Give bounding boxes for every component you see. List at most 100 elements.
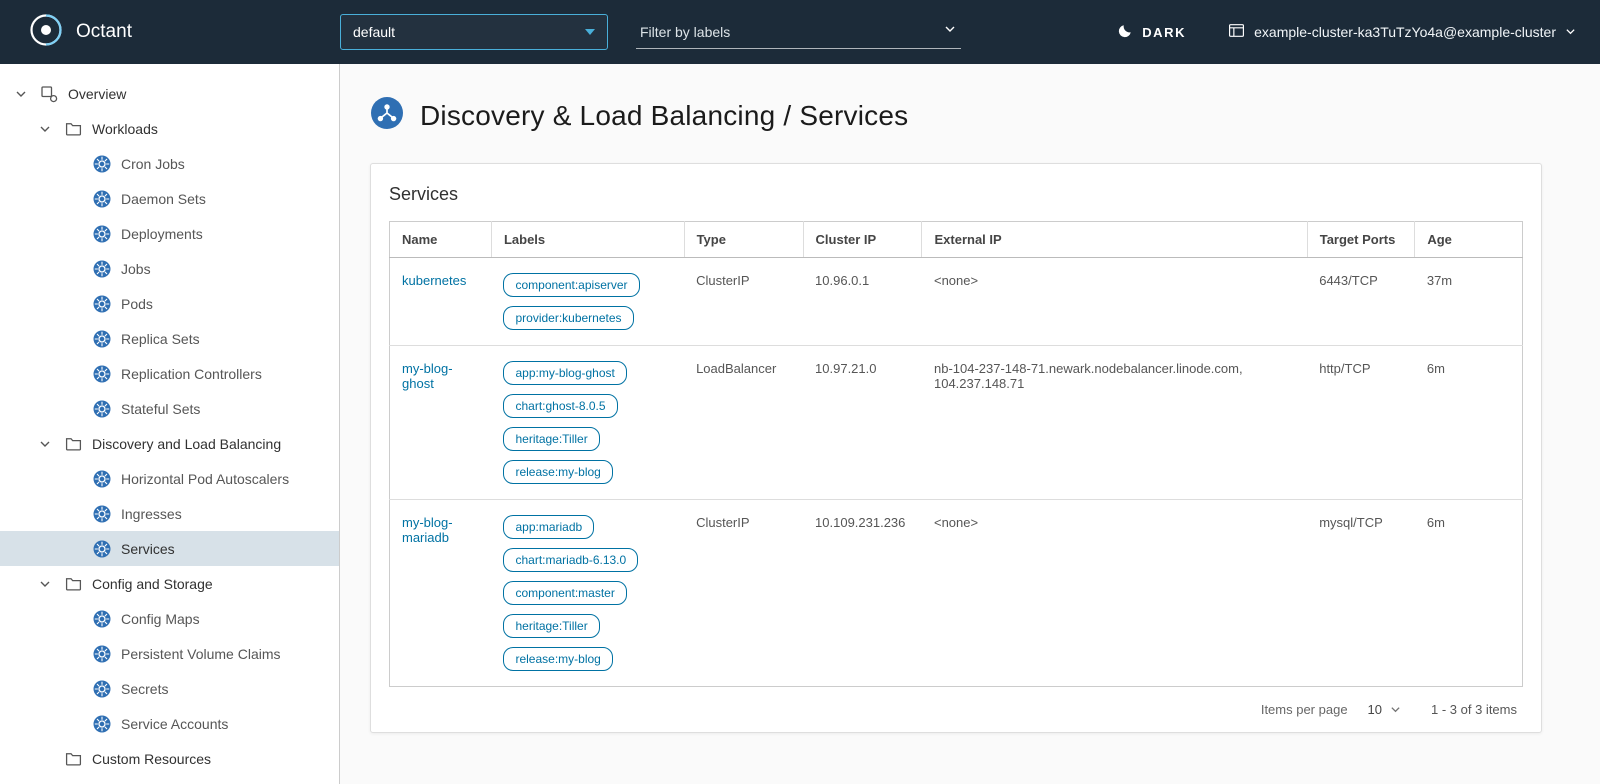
labels-cell: component:apiserver provider:kubernetes [491, 258, 684, 346]
sidebar-nav: Overview Workloads Cron Jobs Daemon Sets Dep… [0, 64, 340, 784]
chevron-down-icon[interactable] [36, 578, 54, 590]
column-header-target-ports: Target Ports [1307, 222, 1415, 258]
sidebar-item-discovery-and-load-balancing[interactable]: Discovery and Load Balancing [0, 426, 339, 461]
folder-icon [63, 575, 83, 592]
label-badge[interactable]: provider:kubernetes [503, 306, 633, 330]
type-cell: ClusterIP [684, 500, 803, 687]
sidebar-item-overview[interactable]: Overview [0, 76, 339, 111]
config-maps-icon [92, 610, 112, 628]
label-filter[interactable] [636, 15, 961, 49]
app-header: Octant default DARK example-cluster-ka3T… [0, 0, 1600, 64]
sidebar-item-config-maps[interactable]: Config Maps [0, 601, 339, 636]
namespace-select[interactable]: default [340, 14, 608, 50]
services-card: Services NameLabelsTypeCluster IPExterna… [370, 163, 1542, 733]
persistent-volume-claims-icon [92, 645, 112, 663]
column-header-type: Type [684, 222, 803, 258]
sidebar-item-horizontal-pod-autoscalers[interactable]: Horizontal Pod Autoscalers [0, 461, 339, 496]
folder-icon [63, 435, 83, 452]
sidebar-item-service-accounts[interactable]: Service Accounts [0, 706, 339, 741]
sidebar-item-label: Config Maps [121, 611, 200, 627]
external-ip-cell: nb-104-237-148-71.newark.nodebalancer.li… [922, 346, 1307, 500]
label-badge[interactable]: chart:ghost-8.0.5 [503, 394, 617, 418]
content-area: Overview Workloads Cron Jobs Daemon Sets Dep… [0, 64, 1600, 784]
label-badge[interactable]: app:mariadb [503, 515, 594, 539]
page-title: Discovery & Load Balancing / Services [420, 100, 908, 132]
label-badge[interactable]: component:master [503, 581, 626, 605]
sidebar-item-ingresses[interactable]: Ingresses [0, 496, 339, 531]
chevron-down-icon[interactable] [943, 22, 957, 41]
label-badge[interactable]: release:my-blog [503, 647, 612, 671]
label-badge[interactable]: app:my-blog-ghost [503, 361, 626, 385]
theme-toggle[interactable]: DARK [1118, 23, 1186, 41]
chevron-down-icon[interactable] [12, 88, 30, 100]
brand: Octant [26, 10, 340, 55]
card-title: Services [371, 164, 1541, 221]
services-table-wrap: NameLabelsTypeCluster IPExternal IPTarge… [371, 221, 1541, 687]
sidebar-item-label: Daemon Sets [121, 191, 206, 207]
sidebar-item-services[interactable]: Services [0, 531, 339, 566]
sidebar-item-label: Cron Jobs [121, 156, 185, 172]
label-badge[interactable]: heritage:Tiller [503, 614, 599, 638]
items-per-page-select[interactable]: 10 [1368, 702, 1401, 717]
sidebar-item-workloads[interactable]: Workloads [0, 111, 339, 146]
sidebar-item-label: Services [121, 541, 175, 557]
label-badge[interactable]: component:apiserver [503, 273, 639, 297]
app-title: Octant [76, 21, 132, 43]
folder-icon [63, 750, 83, 767]
sidebar-item-label: Workloads [92, 121, 158, 137]
cluster-context-label: example-cluster-ka3TuTzYo4a@example-clus… [1254, 24, 1556, 40]
column-header-cluster-ip: Cluster IP [803, 222, 922, 258]
sidebar-item-config-and-storage[interactable]: Config and Storage [0, 566, 339, 601]
pagination: Items per page 10 1 - 3 of 3 items [371, 687, 1541, 732]
cron-jobs-icon [92, 155, 112, 173]
sidebar-item-cron-jobs[interactable]: Cron Jobs [0, 146, 339, 181]
cluster-ip-cell: 10.97.21.0 [803, 346, 922, 500]
sidebar-item-replication-controllers[interactable]: Replication Controllers [0, 356, 339, 391]
service-link[interactable]: kubernetes [402, 273, 466, 288]
service-link[interactable]: my-blog-ghost [402, 361, 453, 391]
service-accounts-icon [92, 715, 112, 733]
items-per-page-value: 10 [1368, 702, 1382, 717]
label-badge[interactable]: release:my-blog [503, 460, 612, 484]
sidebar-item-deployments[interactable]: Deployments [0, 216, 339, 251]
sidebar-item-label: Discovery and Load Balancing [92, 436, 281, 452]
chevron-down-icon[interactable] [36, 438, 54, 450]
target-ports-cell: mysql/TCP [1307, 500, 1415, 687]
label-badge[interactable]: heritage:Tiller [503, 427, 599, 451]
sidebar-item-label: Custom Resources [92, 751, 211, 767]
sidebar-item-secrets[interactable]: Secrets [0, 671, 339, 706]
sidebar-item-stateful-sets[interactable]: Stateful Sets [0, 391, 339, 426]
chevron-down-icon [1390, 704, 1401, 715]
label-badge[interactable]: chart:mariadb-6.13.0 [503, 548, 638, 572]
column-header-name: Name [390, 222, 492, 258]
sidebar-item-daemon-sets[interactable]: Daemon Sets [0, 181, 339, 216]
sidebar-item-label: Jobs [121, 261, 151, 277]
label-filter-input[interactable] [640, 24, 920, 40]
column-header-external-ip: External IP [922, 222, 1307, 258]
sidebar-item-jobs[interactable]: Jobs [0, 251, 339, 286]
chevron-down-icon[interactable] [36, 123, 54, 135]
age-cell: 6m [1415, 346, 1523, 500]
chevron-down-icon [1565, 24, 1576, 40]
cluster-context-menu[interactable]: example-cluster-ka3TuTzYo4a@example-clus… [1228, 22, 1576, 42]
overview-icon [39, 85, 59, 103]
table-row: my-blog-ghost app:my-blog-ghost chart:ghos… [390, 346, 1523, 500]
sidebar-item-pods[interactable]: Pods [0, 286, 339, 321]
sidebar-item-label: Overview [68, 86, 126, 102]
services-table: NameLabelsTypeCluster IPExternal IPTarge… [389, 221, 1523, 687]
sidebar-item-label: Service Accounts [121, 716, 228, 732]
service-link[interactable]: my-blog-mariadb [402, 515, 453, 545]
name-cell: my-blog-mariadb [390, 500, 492, 687]
target-ports-cell: http/TCP [1307, 346, 1415, 500]
daemon-sets-icon [92, 190, 112, 208]
sidebar-item-custom-resources[interactable]: Custom Resources [0, 741, 339, 776]
sidebar-item-replica-sets[interactable]: Replica Sets [0, 321, 339, 356]
sidebar-item-persistent-volume-claims[interactable]: Persistent Volume Claims [0, 636, 339, 671]
services-icon [92, 540, 112, 558]
folder-icon [63, 120, 83, 137]
items-per-page-label: Items per page [1261, 702, 1348, 717]
moon-icon [1118, 23, 1133, 41]
sidebar-item-label: Replication Controllers [121, 366, 262, 382]
main-content: Discovery & Load Balancing / Services Se… [340, 64, 1600, 784]
type-cell: LoadBalancer [684, 346, 803, 500]
